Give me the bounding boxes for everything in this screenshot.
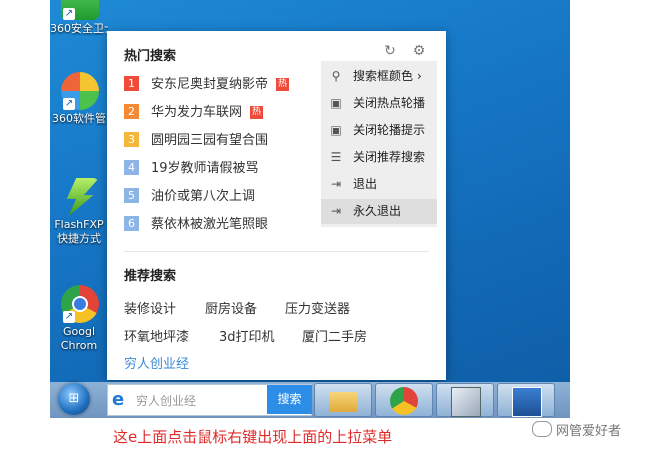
instruction-caption: 这e上面点击鼠标右键出现上面的上拉菜单 [113,428,393,446]
rank-badge: 3 [124,132,139,147]
recommended-item[interactable]: 环氧地坪漆 [124,326,189,345]
hot-search-text: 安东尼奥封夏纳影帝 [151,77,269,92]
shield-icon: ↗ [61,0,99,20]
rank-badge: 4 [124,160,139,175]
recommended-item[interactable]: 3d打印机 [219,326,275,345]
hot-search-item-5[interactable]: 5 油价或第八次上调 [124,187,255,207]
list-icon: ☰ [330,150,342,164]
carousel-icon: ▣ [330,96,342,110]
menu-item-exit-permanently[interactable]: ⇥ 永久退出 [321,199,437,224]
hot-tag: 热 [250,106,264,119]
hot-search-item-2[interactable]: 2 华为发力车联网热 [124,103,264,123]
taskbar-chrome[interactable] [375,383,433,417]
carousel-icon: ▣ [330,123,342,137]
file-explorer-icon [329,392,357,412]
chrome-icon [390,387,418,415]
book-icon [512,387,542,417]
menu-item-label: 关闭推荐搜索 [353,150,426,164]
desktop-icon-flashfxp[interactable]: FlashFXP 快捷方式 [50,178,110,246]
rank-badge: 6 [124,216,139,231]
watermark-text: 网管爱好者 [556,424,622,439]
chevron-right-icon: › [417,69,422,83]
rank-badge: 1 [124,76,139,91]
hot-search-text: 19岁教师请假被骂 [151,161,259,176]
hot-search-text: 蔡依林被激光笔照眼 [151,217,269,232]
desktop-icon-360-software[interactable]: ↗ 360软件管 [50,72,110,126]
menu-item-label: 搜索框颜色 [353,69,414,83]
section-divider [124,251,429,252]
context-menu: ⚲ 搜索框颜色 › ▣ 关闭热点轮播 ▣ 关闭轮播提示 ☰ 关闭推荐搜索 ⇥ 退出 ⇥ 永久退… [321,61,437,227]
hot-tag: 热 [276,78,290,91]
menu-item-close-carousel-tip[interactable]: ▣ 关闭轮播提示 [321,118,437,143]
recommended-item[interactable]: 厨房设备 [205,298,257,317]
recommended-search-title: 推荐搜索 [124,269,177,284]
gear-icon[interactable]: ⚙ [411,43,427,59]
ftp-icon [66,178,99,216]
menu-item-label: 退出 [353,177,378,191]
hot-search-item-3[interactable]: 3 圆明园三园有望合围 [124,131,268,151]
recommended-item[interactable]: 压力变送器 [285,298,350,317]
menu-item-search-box-color[interactable]: ⚲ 搜索框颜色 › [321,64,437,89]
windows-logo-icon: ⊞ [68,391,80,406]
search-icon: ⚲ [331,69,341,83]
menu-item-close-recommended[interactable]: ☰ 关闭推荐搜索 [321,145,437,170]
app-store-icon: ↗ [61,72,99,110]
hot-search-item-6[interactable]: 6 蔡依林被激光笔照眼 [124,215,268,235]
wechat-icon [532,421,552,437]
hot-search-item-4[interactable]: 4 19岁教师请假被骂 [124,159,259,179]
watermark: 网管爱好者 [532,420,621,439]
hot-search-text: 油价或第八次上调 [151,189,256,204]
chrome-icon: ↗ [61,285,99,323]
hot-search-title: 热门搜索 [124,49,177,64]
hot-search-text: 华为发力车联网 [151,105,243,120]
recommended-item[interactable]: 装修设计 [124,298,176,317]
taskbar-notepad[interactable] [436,383,494,417]
exit-icon: ⇥ [330,204,342,218]
recommended-item[interactable]: 厦门二手房 [302,326,367,345]
exit-icon: ⇥ [330,177,342,191]
recommended-link[interactable]: 穷人创业经 [124,353,189,372]
search-button[interactable]: 搜索 [267,385,312,414]
taskbar-file-explorer[interactable] [314,383,372,417]
menu-item-label: 关闭热点轮播 [353,96,426,110]
notepad-icon [451,387,481,417]
hot-search-item-1[interactable]: 1 安东尼奥封夏纳影帝热 [124,75,290,95]
menu-item-label: 永久退出 [353,204,402,218]
taskbar: ⊞ e 穷人创业经 搜索 [50,382,570,418]
rank-badge: 5 [124,188,139,203]
refresh-icon[interactable]: ↻ [382,43,398,59]
menu-item-exit[interactable]: ⇥ 退出 [321,172,437,197]
search-dropdown-panel: 热门搜索 ↻ ⚙ 1 安东尼奥封夏纳影帝热 2 华为发力车联网热 3 圆明园三园有望合… [107,31,446,380]
menu-item-close-hot-carousel[interactable]: ▣ 关闭热点轮播 [321,91,437,116]
desktop-icon-chrome[interactable]: ↗ Googl Chrom [50,285,110,353]
desktop-icon-360-safe[interactable]: ↗ 360安全卫士 [50,0,110,36]
rank-badge: 2 [124,104,139,119]
hot-search-text: 圆明园三园有望合围 [151,133,269,148]
start-button[interactable]: ⊞ [58,383,90,415]
taskbar-book[interactable] [497,383,555,417]
ie-logo-icon: e [112,389,125,410]
search-input[interactable]: 穷人创业经 [136,392,196,409]
menu-item-label: 关闭轮播提示 [353,123,426,137]
